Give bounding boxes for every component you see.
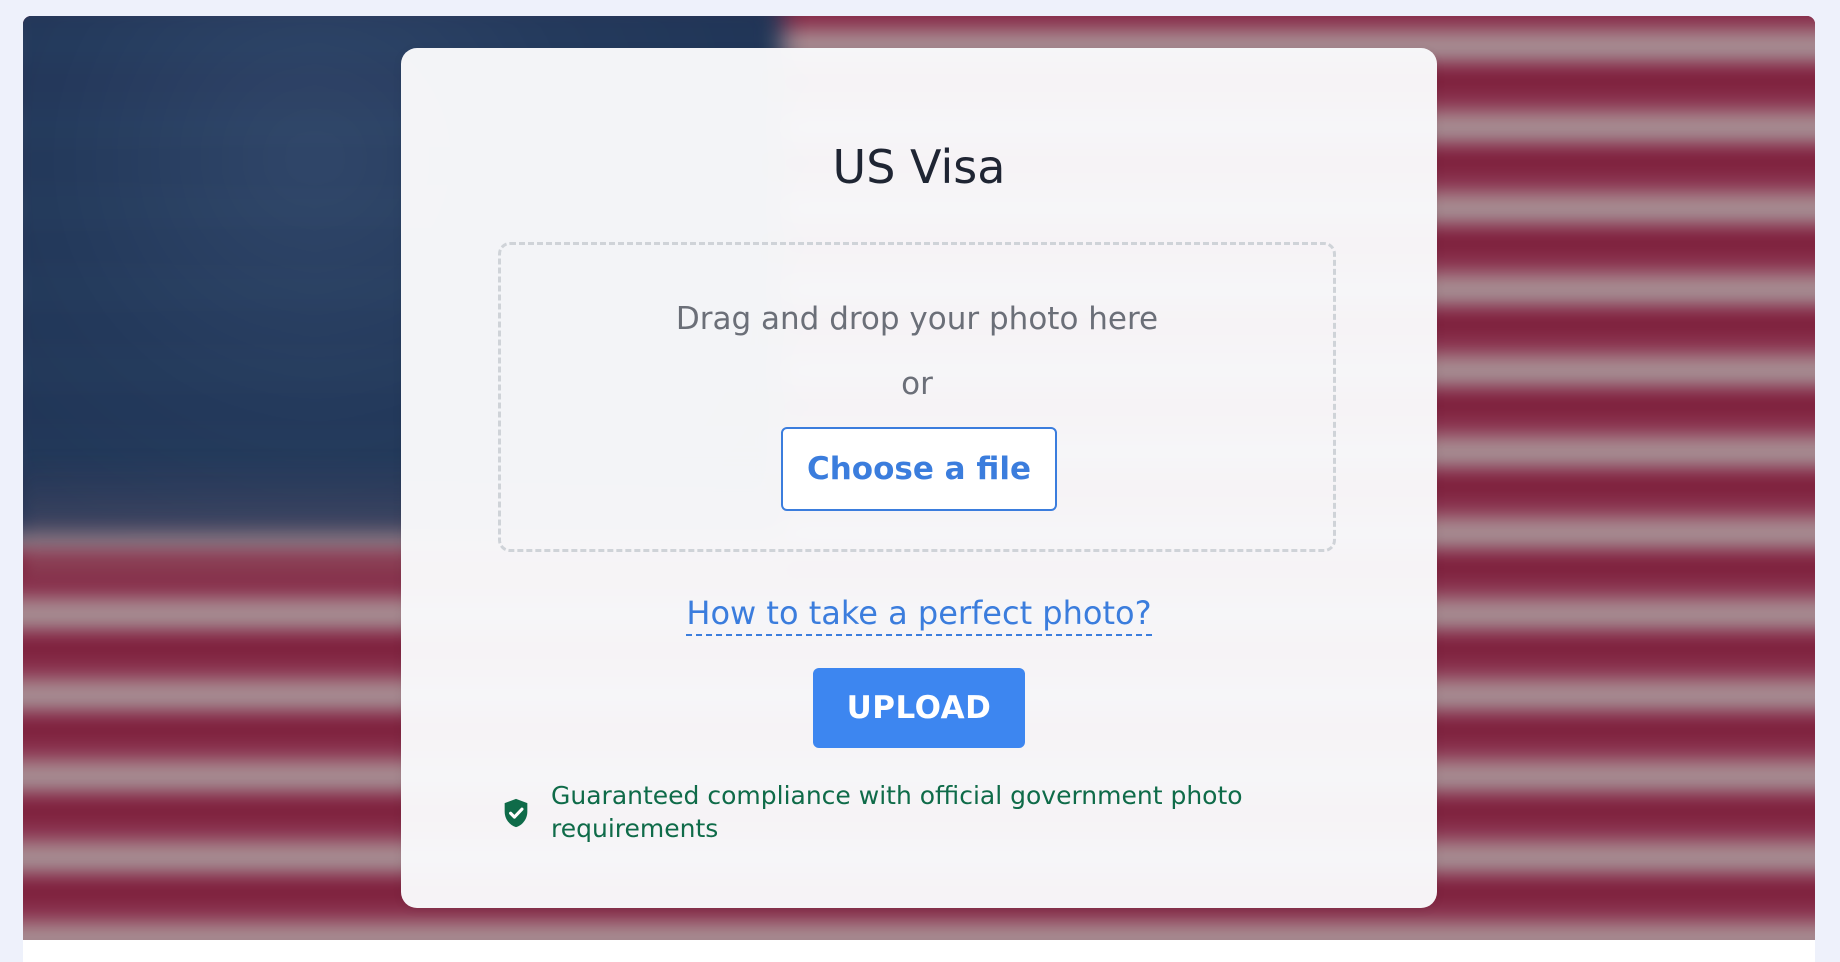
howto-photo-link[interactable]: How to take a perfect photo? (686, 594, 1152, 636)
howto-link-container: How to take a perfect photo? (401, 594, 1437, 636)
upload-card: US Visa Drag and drop your photo here or… (401, 48, 1437, 908)
dropzone-instruction: Drag and drop your photo here (675, 301, 1159, 337)
photo-dropzone[interactable]: Drag and drop your photo here or Choose … (498, 242, 1336, 552)
upload-button[interactable]: UPLOAD (813, 668, 1025, 748)
page-title: US Visa (832, 140, 1006, 194)
page-bottom-strip (23, 940, 1815, 962)
shield-check-icon (504, 798, 528, 827)
compliance-notice: Guaranteed compliance with official gove… (499, 780, 1259, 845)
dropzone-or-text: or (901, 366, 933, 402)
compliance-text: Guaranteed compliance with official gove… (551, 781, 1243, 843)
choose-file-button[interactable]: Choose a file (781, 427, 1057, 511)
